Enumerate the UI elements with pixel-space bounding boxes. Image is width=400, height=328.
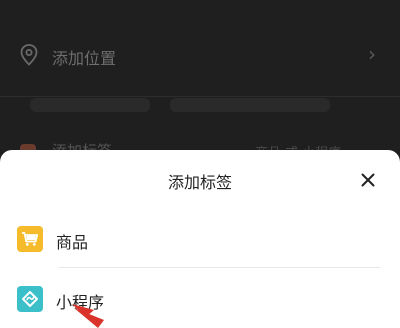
- close-button[interactable]: [356, 168, 380, 192]
- add-location-row[interactable]: 添加位置 ›: [0, 36, 400, 76]
- add-location-label: 添加位置: [52, 49, 117, 68]
- option-goods-label: 商品: [56, 233, 89, 252]
- close-icon: [361, 173, 375, 187]
- location-pin-icon: [19, 44, 39, 66]
- mini-program-icon: [17, 286, 43, 312]
- cart-icon: [17, 226, 43, 252]
- annotation-arrow-icon: [72, 304, 104, 328]
- blurred-content: [30, 98, 150, 112]
- chevron-right-icon: ›: [368, 42, 376, 66]
- option-goods[interactable]: 商品: [0, 218, 400, 262]
- option-divider: [58, 267, 380, 268]
- divider: [0, 96, 400, 97]
- sheet-title: 添加标签: [167, 173, 232, 192]
- blurred-content: [170, 98, 330, 112]
